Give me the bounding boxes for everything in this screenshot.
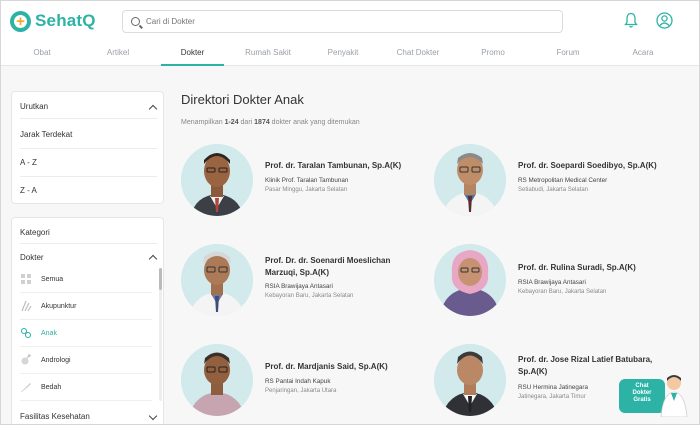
doctor-photo (434, 144, 506, 216)
doctor-location: Kebayoran Baru, Jakarta Selatan (518, 289, 607, 295)
sort-panel: Urutkan Jarak Terdekat A - Z Z - A (11, 91, 164, 204)
doctor-photo (434, 244, 506, 316)
tab-obat[interactable]: Obat (4, 41, 80, 66)
sehatq-logo[interactable]: + SehatQ (10, 10, 96, 32)
category-item-bedah[interactable]: Bedah (20, 374, 152, 401)
category-item-label: Semua (41, 275, 64, 283)
search-bar[interactable] (122, 10, 563, 33)
user-profile-icon[interactable] (656, 12, 673, 29)
sort-title: Urutkan (20, 102, 49, 111)
doctor-location: Penjaringan, Jakarta Utara (265, 388, 337, 394)
logo-mark-icon: + (10, 10, 31, 32)
doctor-hospital: RSIA Brawijaya Antasari (265, 283, 333, 290)
search-input[interactable] (146, 17, 546, 26)
divider (20, 176, 157, 177)
search-icon (131, 17, 140, 26)
chevron-down-icon[interactable] (148, 411, 158, 421)
logo-text: SehatQ (35, 11, 96, 30)
divider (20, 243, 157, 244)
category-panel: Kategori Dokter Semua Akupunktur Anak An… (11, 217, 164, 424)
sort-option-a-z[interactable]: A - Z (20, 158, 37, 167)
category-group-dokter[interactable]: Dokter (20, 253, 44, 262)
doctor-card[interactable]: Prof. Dr. dr. Soenardi Moeslichan Marzuq… (181, 244, 431, 319)
category-item-label: Bedah (41, 383, 62, 391)
tab-promo[interactable]: Promo (457, 41, 529, 66)
tab-artikel[interactable]: Artikel (80, 41, 156, 66)
tab-acara[interactable]: Acara (607, 41, 679, 66)
doctor-hospital: Klinik Prof. Taralan Tambunan (265, 177, 349, 184)
tab-forum[interactable]: Forum (532, 41, 604, 66)
bell-icon[interactable] (624, 12, 638, 29)
results-summary: Menampilkan 1-24 dari 1874 dokter anak y… (181, 119, 360, 126)
andrology-icon (20, 354, 32, 366)
chevron-up-icon[interactable] (148, 104, 158, 114)
tab-dokter[interactable]: Dokter (161, 41, 224, 66)
child-icon (20, 327, 32, 339)
doctor-name[interactable]: Prof. dr. Soepardi Soedibyo, Sp.A(K) (518, 160, 678, 172)
category-group-facility[interactable]: Fasilitas Kesehatan (20, 412, 90, 421)
category-item-label: Akupunktur (41, 302, 77, 310)
chevron-up-icon[interactable] (148, 254, 158, 264)
doctor-location: Pasar Minggu, Jakarta Selatan (265, 187, 348, 193)
doctor-hospital: RS Metropolitan Medical Center (518, 177, 608, 184)
doctor-hospital: RSU Hermina Jatinegara (518, 384, 588, 391)
chat-doctor-button[interactable]: Chat Dokter Gratis (619, 373, 691, 417)
results-total: 1874 (254, 119, 270, 126)
doctor-hospital: RS Pantai Indah Kapuk (265, 378, 331, 385)
scalpel-icon (20, 381, 32, 393)
category-title: Kategori (20, 228, 50, 237)
tab-rumah-sakit[interactable]: Rumah Sakit (232, 41, 304, 66)
category-scrollbar-thumb[interactable] (159, 268, 162, 290)
doctor-location: Kebayoran Baru, Jakarta Selatan (265, 293, 354, 299)
doctor-photo (434, 344, 506, 416)
doctor-location: Setiabudi, Jakarta Selatan (518, 187, 589, 193)
page-title: Direktori Dokter Anak (181, 92, 304, 107)
category-item-akupunktur[interactable]: Akupunktur (20, 293, 152, 320)
doctor-card[interactable]: Prof. dr. Soepardi Soedibyo, Sp.A(K) RS … (434, 144, 684, 219)
tab-penyakit[interactable]: Penyakit (307, 41, 379, 66)
category-item-anak[interactable]: Anak (20, 320, 152, 347)
tab-chat-dokter[interactable]: Chat Dokter (382, 41, 454, 66)
doctor-location: Jatinegara, Jakarta Timur (518, 394, 586, 400)
main-nav: Obat Artikel Dokter Rumah Sakit Penyakit… (1, 41, 699, 66)
doctor-name[interactable]: Prof. dr. Mardjanis Said, Sp.A(K) (265, 361, 425, 373)
category-item-semua[interactable]: Semua (20, 266, 152, 293)
category-item-label: Anak (41, 329, 57, 337)
category-item-label: Andrologi (41, 356, 71, 364)
doctor-photo (181, 244, 253, 316)
doctor-illustration-icon (660, 375, 688, 417)
sort-option-z-a[interactable]: Z - A (20, 186, 37, 195)
browser-frame: + SehatQ Obat Artikel Dokter Rumah Sakit… (0, 0, 700, 425)
doctor-card[interactable]: Prof. dr. Taralan Tambunan, Sp.A(K) Klin… (181, 144, 431, 219)
doctor-card[interactable]: Prof. dr. Mardjanis Said, Sp.A(K) RS Pan… (181, 344, 431, 419)
doctor-photo (181, 344, 253, 416)
grid-icon (20, 273, 32, 285)
divider (20, 148, 157, 149)
doctor-card[interactable]: Prof. dr. Rulina Suradi, Sp.A(K) RSIA Br… (434, 244, 684, 319)
results-range: 1-24 (224, 119, 239, 126)
doctor-name[interactable]: Prof. Dr. dr. Soenardi Moeslichan Marzuq… (265, 255, 425, 279)
category-item-andrologi[interactable]: Andrologi (20, 347, 152, 374)
sort-option-nearest[interactable]: Jarak Terdekat (20, 130, 72, 139)
doctor-hospital: RSIA Brawijaya Antasari (518, 279, 586, 286)
divider (20, 118, 157, 119)
acupuncture-icon (20, 300, 32, 312)
doctor-name[interactable]: Prof. dr. Taralan Tambunan, Sp.A(K) (265, 160, 425, 172)
doctor-name[interactable]: Prof. dr. Rulina Suradi, Sp.A(K) (518, 262, 678, 274)
top-header: + SehatQ (1, 1, 699, 41)
doctor-photo (181, 144, 253, 216)
